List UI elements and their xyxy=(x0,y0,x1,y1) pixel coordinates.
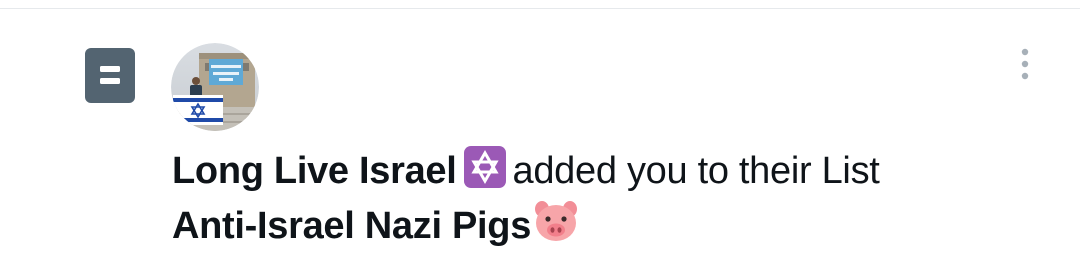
action-text: added you to their List xyxy=(512,150,880,192)
more-options-button[interactable] xyxy=(1008,44,1042,86)
top-divider xyxy=(0,8,1080,9)
more-vertical-icon xyxy=(1021,48,1029,80)
list-icon xyxy=(85,48,135,103)
star-of-david-emoji-icon xyxy=(463,145,507,189)
account-name-link[interactable]: Long Live Israel xyxy=(172,150,457,192)
list-name-text: Anti-Israel Nazi Pigs xyxy=(172,205,532,247)
avatar[interactable] xyxy=(171,43,259,131)
list-name-link[interactable]: Anti-Israel Nazi Pigs xyxy=(172,198,1032,253)
pig-face-emoji-icon xyxy=(533,198,579,244)
notification-text: Long Live Israel added you to their List… xyxy=(172,144,1032,253)
